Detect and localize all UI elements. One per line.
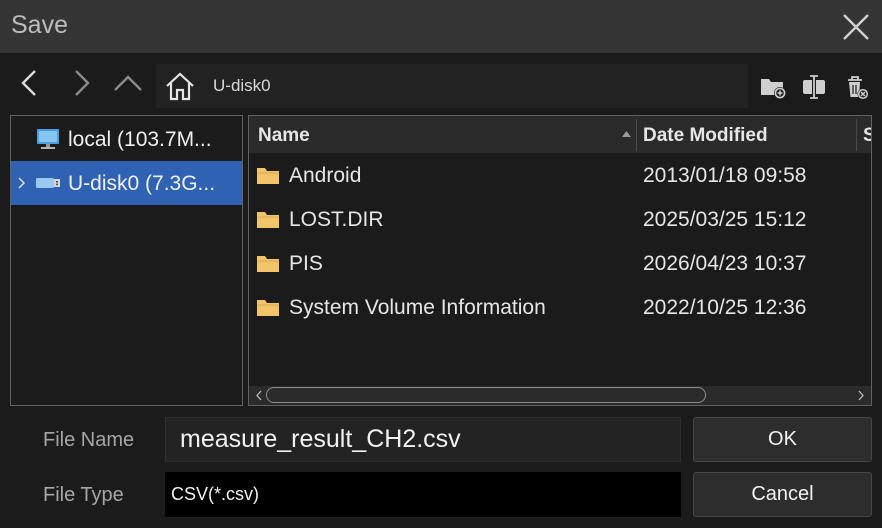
navigation-bar: U-disk0 (0, 53, 882, 113)
computer-icon (37, 129, 59, 149)
file-name: PIS (289, 252, 323, 275)
folder-icon (257, 168, 279, 184)
tree-item-u-disk0[interactable]: U-disk0 (7.3G... (11, 161, 242, 205)
column-header-name[interactable]: Name (258, 116, 310, 153)
tree-item-local[interactable]: local (103.7M... (11, 117, 242, 161)
file-name-input[interactable] (165, 417, 681, 462)
drive-tree: local (103.7M... U-disk0 (7.3G... (10, 115, 243, 406)
tree-item-label: local (103.7M... (68, 128, 212, 151)
tree-item-label: U-disk0 (7.3G... (68, 172, 216, 195)
chevron-right-icon[interactable] (16, 174, 28, 192)
ok-button[interactable]: OK (693, 417, 872, 462)
file-date: 2026/04/23 10:37 (643, 252, 807, 275)
folder-icon (257, 212, 279, 228)
home-icon[interactable] (164, 71, 196, 101)
scroll-left-icon[interactable] (252, 388, 266, 403)
forward-icon[interactable] (64, 66, 98, 100)
usb-drive-icon (36, 178, 60, 188)
file-type-label: File Type (43, 484, 124, 506)
column-header-size[interactable]: S (863, 116, 871, 153)
file-type-select[interactable]: CSV(*.csv) (165, 472, 681, 517)
file-name: System Volume Information (289, 296, 546, 319)
delete-icon[interactable] (842, 73, 870, 101)
list-item[interactable]: System Volume Information 2022/10/25 12:… (249, 285, 871, 329)
sort-ascending-icon (622, 131, 631, 137)
scroll-right-icon[interactable] (854, 388, 868, 403)
address-path: U-disk0 (213, 76, 271, 95)
file-list: Name Date Modified S Android 2013/01/18 … (248, 115, 872, 406)
file-type-value: CSV(*.csv) (171, 484, 260, 504)
file-name-label: File Name (43, 429, 135, 451)
list-item[interactable]: PIS 2026/04/23 10:37 (249, 241, 871, 285)
file-date: 2013/01/18 09:58 (643, 164, 807, 187)
address-bar[interactable]: U-disk0 (156, 64, 748, 108)
cancel-button[interactable]: Cancel (693, 472, 872, 517)
horizontal-scrollbar[interactable] (249, 386, 871, 405)
file-date: 2022/10/25 12:36 (643, 296, 807, 319)
title-bar: Save (0, 0, 882, 53)
list-item[interactable]: Android 2013/01/18 09:58 (249, 153, 871, 197)
back-icon[interactable] (13, 66, 47, 100)
folder-icon (257, 256, 279, 272)
list-header: Name Date Modified S (249, 116, 871, 153)
up-icon[interactable] (111, 66, 145, 100)
folder-icon (257, 300, 279, 316)
close-icon[interactable] (836, 7, 876, 47)
list-item[interactable]: LOST.DIR 2025/03/25 15:12 (249, 197, 871, 241)
column-divider[interactable] (856, 119, 857, 151)
file-date: 2025/03/25 15:12 (643, 208, 807, 231)
dialog-title: Save (11, 11, 68, 39)
file-name: Android (289, 164, 362, 187)
rename-icon[interactable] (800, 73, 828, 101)
scrollbar-thumb[interactable] (266, 387, 706, 403)
column-divider[interactable] (636, 119, 637, 151)
column-header-date-modified[interactable]: Date Modified (643, 116, 768, 153)
file-name: LOST.DIR (289, 208, 384, 231)
new-folder-icon[interactable] (759, 73, 787, 101)
